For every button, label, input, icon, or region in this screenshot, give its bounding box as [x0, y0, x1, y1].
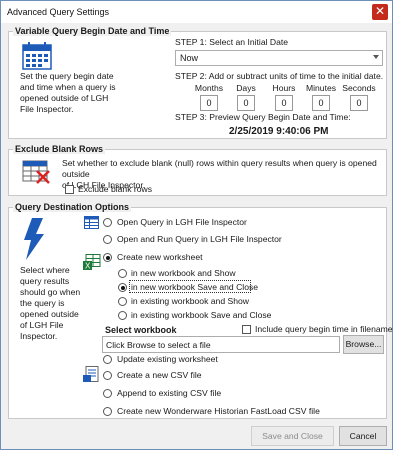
label-append-csv[interactable]: Append to existing CSV file [117, 388, 221, 398]
label-open-run-inspector[interactable]: Open and Run Query in LGH File Inspector [117, 234, 282, 244]
destination-group-title: Query Destination Options [13, 202, 132, 212]
description-line: of LGH File [20, 320, 64, 330]
label-create-fastload[interactable]: Create new Wonderware Historian FastLoad… [117, 406, 320, 416]
label-new-workbook-save-close[interactable]: in new workbook Save and Close [131, 282, 258, 292]
csv-file-icon [83, 366, 99, 382]
hours-input[interactable]: 0 [275, 95, 293, 111]
title-bar[interactable]: Advanced Query Settings ✕ [1, 1, 392, 23]
window-title: Advanced Query Settings [7, 7, 110, 17]
description-line: query results [20, 276, 70, 286]
seconds-unit: Seconds 0 [339, 83, 379, 111]
chevron-down-icon [373, 55, 379, 59]
minutes-input[interactable]: 0 [312, 95, 330, 111]
minutes-label: Minutes [305, 83, 337, 93]
hours-label: Hours [272, 83, 296, 93]
calendar-icon [22, 42, 52, 70]
description-line: Set the query begin date [20, 71, 114, 81]
seconds-label: Seconds [342, 83, 376, 93]
close-button[interactable]: ✕ [372, 4, 388, 20]
excel-worksheet-icon: X [83, 254, 101, 271]
label-existing-workbook-save-close[interactable]: in existing workbook Save and Close [131, 310, 271, 320]
browse-button-label: Browse... [345, 339, 382, 349]
initial-date-select[interactable]: Now [175, 50, 383, 66]
radio-create-csv[interactable] [103, 371, 112, 380]
days-input[interactable]: 0 [237, 95, 255, 111]
description-line: opened outside of LGH [20, 93, 109, 103]
cancel-label: Cancel [349, 431, 377, 441]
table-delete-icon [22, 160, 50, 184]
workbook-path-field[interactable]: Click Browse to select a file [102, 336, 340, 353]
dialog-window: Advanced Query Settings ✕ Variable Query… [0, 0, 393, 450]
include-begin-time-checkbox[interactable] [242, 325, 251, 334]
exclude-blank-label[interactable]: Exclude blank rows [78, 184, 152, 194]
exclude-blank-group: Exclude Blank Rows Set whether to exclud… [8, 144, 387, 196]
select-workbook-label: Select workbook [105, 325, 177, 335]
seconds-input[interactable]: 0 [350, 95, 368, 111]
description-line: File Inspector. [20, 104, 74, 114]
file-inspector-icon [84, 216, 99, 229]
browse-button[interactable]: Browse... [343, 335, 384, 354]
include-begin-time-label[interactable]: Include query begin time in filename [255, 324, 393, 334]
months-input[interactable]: 0 [200, 95, 218, 111]
workbook-path-text: Click Browse to select a file [106, 340, 211, 350]
description-line: the query is [20, 298, 65, 308]
cancel-button[interactable]: Cancel [339, 426, 387, 446]
exclude-blank-checkbox[interactable] [65, 185, 74, 194]
days-unit: Days 0 [229, 83, 263, 111]
radio-new-workbook-save-close[interactable] [118, 283, 127, 292]
label-update-worksheet[interactable]: Update existing worksheet [117, 354, 218, 364]
radio-update-worksheet[interactable] [103, 355, 112, 364]
radio-open-run-inspector[interactable] [103, 235, 112, 244]
svg-text:X: X [85, 262, 91, 271]
destination-description: Select where query results should go whe… [20, 265, 98, 342]
description-line: should go when [20, 287, 81, 297]
radio-existing-workbook-save-close[interactable] [118, 311, 127, 320]
hours-unit: Hours 0 [267, 83, 301, 111]
months-unit: Months 0 [192, 83, 226, 111]
step1-label: STEP 1: Select an Initial Date [175, 37, 289, 47]
begin-date-group-title: Variable Query Begin Date and Time [13, 26, 172, 36]
radio-existing-workbook-show[interactable] [118, 297, 127, 306]
exclude-blank-group-title: Exclude Blank Rows [13, 144, 106, 154]
save-and-close-label: Save and Close [262, 431, 323, 441]
radio-append-csv[interactable] [103, 389, 112, 398]
months-label: Months [194, 83, 224, 93]
label-create-worksheet[interactable]: Create new worksheet [117, 252, 203, 262]
radio-new-workbook-show[interactable] [118, 269, 127, 278]
minutes-unit: Minutes 0 [301, 83, 341, 111]
step2-label: STEP 2: Add or subtract units of time to… [175, 71, 384, 81]
days-label: Days [236, 83, 256, 93]
preview-datetime: 2/25/2019 9:40:06 PM [229, 126, 329, 137]
radio-open-inspector[interactable] [103, 218, 112, 227]
description-line: and time when a query is [20, 82, 116, 92]
label-open-inspector[interactable]: Open Query in LGH File Inspector [117, 217, 247, 227]
step3-label: STEP 3: Preview Query Begin Date and Tim… [175, 112, 351, 122]
description-line: opened outside [20, 309, 79, 319]
begin-date-description: Set the query begin date and time when a… [20, 71, 155, 115]
initial-date-value: Now [180, 53, 199, 63]
destination-group: Query Destination Options Select where q… [8, 202, 393, 419]
label-create-csv[interactable]: Create a new CSV file [117, 370, 202, 380]
radio-create-worksheet[interactable] [103, 253, 112, 262]
radio-create-fastload[interactable] [103, 407, 112, 416]
save-and-close-button[interactable]: Save and Close [251, 426, 334, 446]
begin-date-group: Variable Query Begin Date and Time Set t… [8, 26, 387, 139]
lightning-icon [24, 218, 44, 260]
label-new-workbook-show[interactable]: in new workbook and Show [131, 268, 236, 278]
description-line: Set whether to exclude blank (null) rows… [62, 158, 377, 179]
description-line: Inspector. [20, 331, 58, 341]
label-existing-workbook-show[interactable]: in existing workbook and Show [131, 296, 249, 306]
